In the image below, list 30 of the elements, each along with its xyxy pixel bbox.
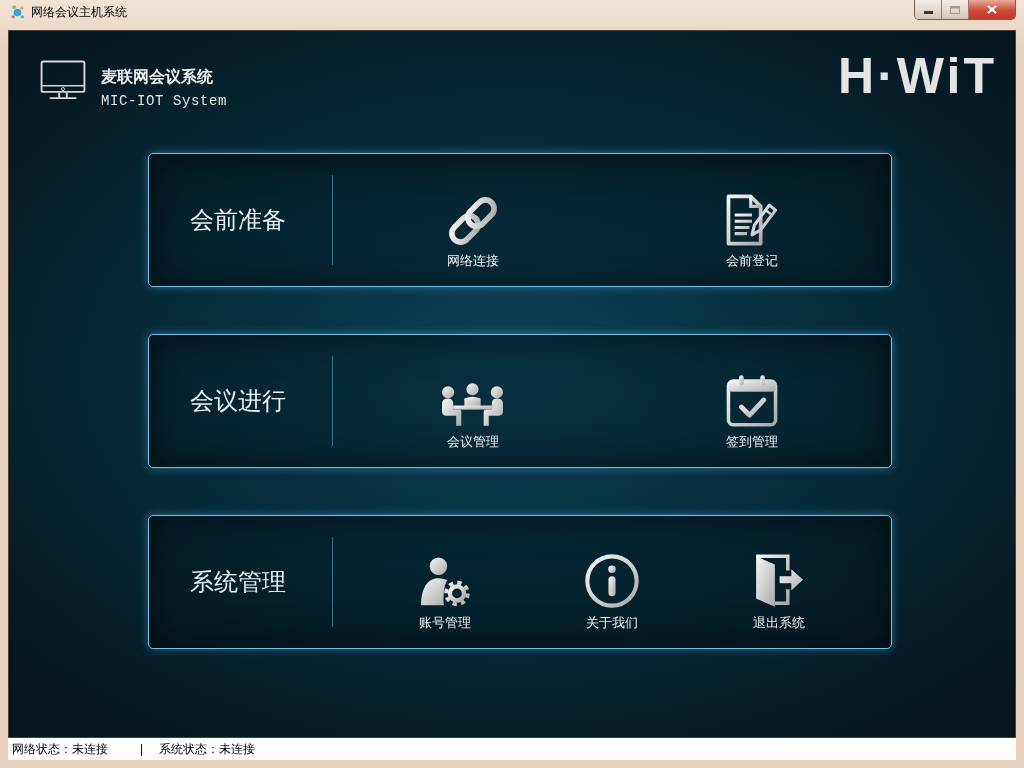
menu-button[interactable]: 会前登记	[725, 192, 778, 268]
menu-button[interactable]: 网络连接	[446, 192, 499, 268]
window-title: 网络会议主机系统	[31, 6, 127, 18]
section-title: 会前准备	[190, 206, 286, 234]
app-icon	[11, 5, 25, 19]
menu-button[interactable]: 退出系统	[752, 554, 807, 630]
close-icon	[987, 5, 997, 14]
app-subtitle: MIC-IOT System	[101, 93, 228, 109]
monitor-icon	[40, 60, 86, 100]
section-title: 会议进行	[190, 387, 286, 415]
status-text: 系统状态：未连接	[159, 741, 256, 758]
minimize-button[interactable]	[915, 0, 942, 19]
app-title: 麦联网会议系统	[101, 68, 214, 86]
maximize-icon	[950, 5, 960, 14]
menu-button[interactable]: 关于我们	[584, 554, 640, 630]
minimize-icon	[923, 10, 933, 14]
calendar-check-icon	[725, 374, 778, 427]
menu-button[interactable]: 账号管理	[418, 554, 471, 630]
document-pencil-icon	[725, 194, 778, 246]
status-separator: |	[140, 741, 144, 758]
chain-link-icon	[447, 196, 498, 246]
info-icon	[584, 554, 640, 608]
user-gear-icon	[419, 556, 470, 608]
menu-button[interactable]: 签到管理	[725, 373, 778, 449]
menu-button[interactable]: 会议管理	[440, 373, 505, 449]
meeting-table-icon	[440, 383, 505, 427]
brand-logo: H·WiT	[838, 51, 997, 101]
status-text: 网络状态：未连接	[12, 741, 108, 758]
section-title: 系统管理	[190, 568, 286, 596]
close-button[interactable]	[969, 0, 1015, 19]
